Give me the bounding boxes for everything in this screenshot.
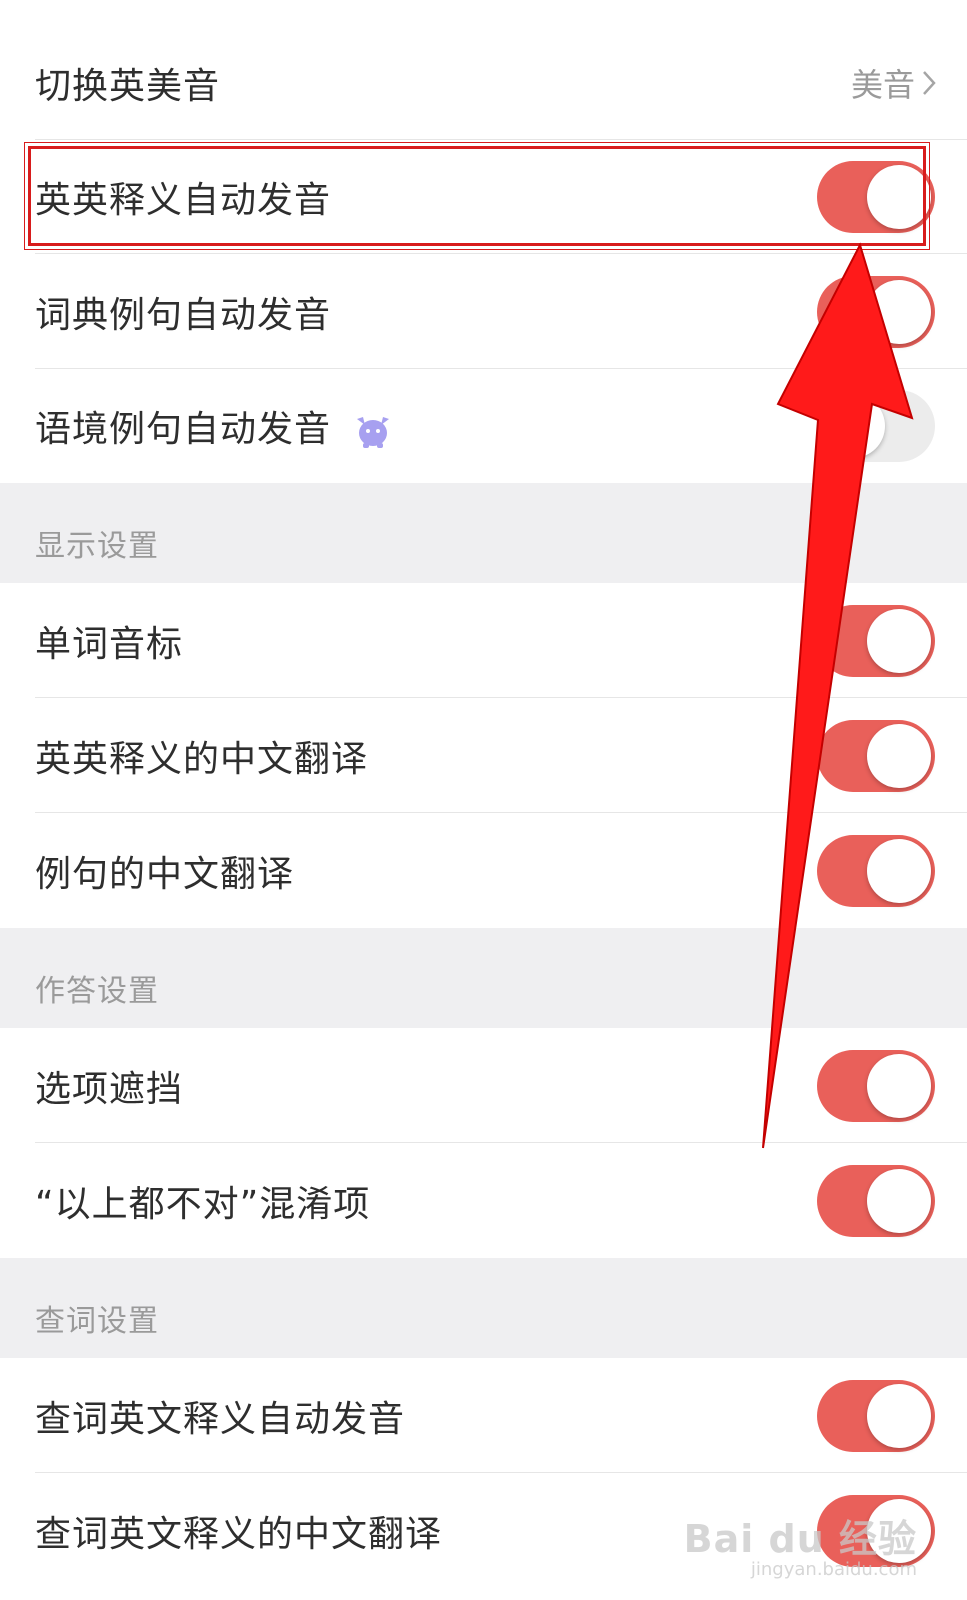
dict-example-auto-pronounce-row: 词典例句自动发音 (0, 254, 967, 369)
lookup-en-def-auto-pronounce-label: 查词英文释义自动发音 (35, 1398, 406, 1440)
context-example-label-text: 语境例句自动发音 (35, 409, 332, 450)
context-example-auto-pronounce-label: 语境例句自动发音 (35, 400, 393, 452)
none-correct-distractor-row: “以上都不对”混淆项 (0, 1143, 967, 1258)
toggle-knob (867, 279, 931, 344)
example-cn-translation-row: 例句的中文翻译 (0, 813, 967, 928)
context-example-auto-pronounce-toggle[interactable] (817, 390, 935, 462)
en-def-auto-pronounce-row: 英英释义自动发音 (0, 140, 967, 254)
mascot-icon (357, 417, 390, 448)
en-def-cn-translation-row: 英英释义的中文翻译 (0, 698, 967, 813)
toggle-knob (867, 1053, 931, 1118)
accent-value-text: 美音 (850, 65, 915, 104)
dict-example-auto-pronounce-toggle[interactable] (817, 275, 935, 348)
baidu-jingyan-watermark: Bai du 经验 jingyan.baidu.com (684, 1508, 917, 1580)
word-phonetic-toggle[interactable] (817, 604, 935, 677)
accent-value: 美音 (851, 60, 937, 106)
toggle-knob (867, 1383, 931, 1448)
toggle-knob (867, 1168, 931, 1233)
chevron-right-icon (923, 70, 936, 95)
none-correct-distractor-label: “以上都不对”混淆项 (35, 1183, 371, 1225)
toggle-knob (867, 838, 931, 903)
context-example-auto-pronounce-row: 语境例句自动发音 (0, 369, 967, 483)
switch-accent-label: 切换英美音 (35, 65, 221, 107)
section-header-answer: 作答设置 (0, 928, 967, 1028)
option-mask-toggle[interactable] (817, 1049, 935, 1122)
en-def-cn-translation-toggle[interactable] (817, 719, 935, 792)
option-mask-label: 选项遮挡 (35, 1068, 184, 1110)
example-cn-translation-label: 例句的中文翻译 (35, 853, 295, 895)
section-title-answer: 作答设置 (35, 974, 159, 1009)
en-def-auto-pronounce-toggle[interactable] (817, 161, 935, 233)
none-correct-distractor-toggle[interactable] (817, 1164, 935, 1237)
switch-accent-row[interactable]: 切换英美音 美音 (0, 25, 967, 140)
lookup-en-def-auto-pronounce-toggle[interactable] (817, 1379, 935, 1452)
toggle-knob (867, 723, 931, 788)
section-header-lookup: 查词设置 (0, 1258, 967, 1358)
lookup-en-def-cn-translation-label: 查词英文释义的中文翻译 (35, 1513, 443, 1555)
en-def-cn-translation-label: 英英释义的中文翻译 (35, 738, 369, 780)
toggle-knob (821, 394, 885, 458)
section-title-display: 显示设置 (35, 529, 159, 564)
word-phonetic-row: 单词音标 (0, 583, 967, 698)
toggle-knob (867, 608, 931, 673)
dict-example-auto-pronounce-label: 词典例句自动发音 (35, 294, 332, 336)
lookup-en-def-auto-pronounce-row: 查词英文释义自动发音 (0, 1358, 967, 1473)
watermark-logo: Bai du 经验 (683, 1517, 917, 1561)
section-title-lookup: 查词设置 (35, 1304, 159, 1339)
example-cn-translation-toggle[interactable] (817, 834, 935, 907)
option-mask-row: 选项遮挡 (0, 1028, 967, 1143)
toggle-knob (867, 165, 931, 229)
en-def-auto-pronounce-label: 英英释义自动发音 (35, 180, 332, 221)
word-phonetic-label: 单词音标 (35, 623, 184, 665)
section-header-display: 显示设置 (0, 483, 967, 583)
